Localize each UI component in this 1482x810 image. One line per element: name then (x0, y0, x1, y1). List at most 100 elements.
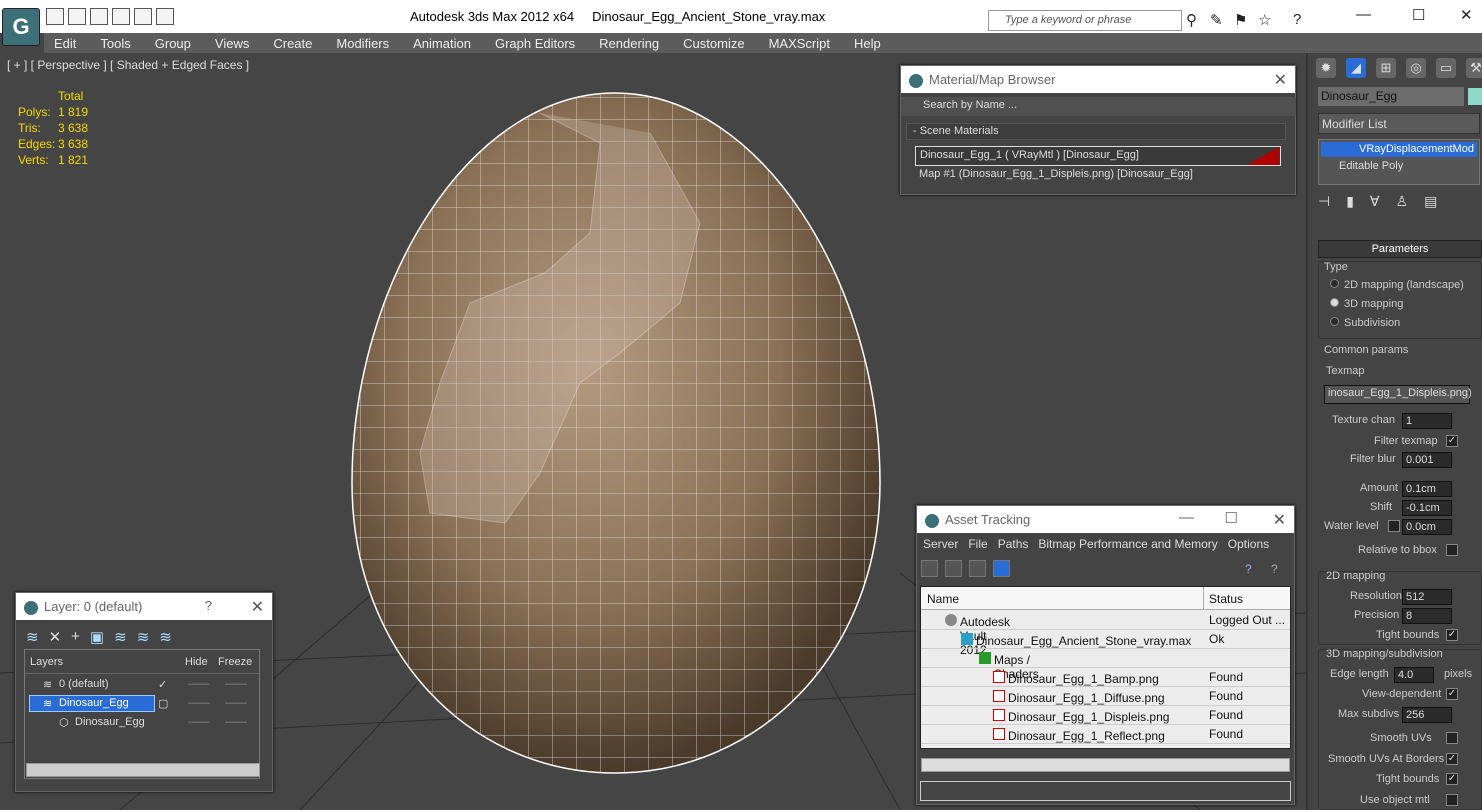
motion-tab-icon[interactable]: ◎ (1406, 58, 1426, 78)
project-folder-icon[interactable] (156, 8, 174, 25)
help-icon[interactable]: ? (1293, 11, 1301, 28)
water-level-checkbox[interactable] (1388, 520, 1400, 532)
close-button[interactable]: ✕ (1460, 6, 1473, 24)
undo-icon[interactable] (112, 8, 130, 25)
col-name[interactable]: Name (927, 592, 959, 606)
menu-modifiers[interactable]: Modifiers (326, 36, 399, 51)
use-object-mtl-checkbox[interactable] (1446, 794, 1458, 806)
asset-horizontal-scrollbar[interactable] (921, 758, 1290, 772)
menu-edit[interactable]: Edit (44, 36, 86, 51)
table-row[interactable]: Autodesk Vault 2012 Logged Out ... (921, 611, 1290, 657)
layer-box-icon[interactable]: ▢ (158, 697, 168, 710)
asset-menu-bitmap[interactable]: Bitmap Performance and Memory (1038, 537, 1217, 551)
table-row[interactable]: Dinosaur_Egg_1_Bamp.png Found (921, 668, 1290, 687)
asset-close-icon[interactable]: ✕ (1273, 510, 1286, 530)
hierarchy-tab-icon[interactable]: ⊞ (1376, 58, 1396, 78)
col-layers[interactable]: Layers (30, 656, 63, 668)
asset-path-field[interactable] (920, 781, 1291, 801)
smooth-uvs-checkbox[interactable] (1446, 732, 1458, 744)
create-tab-icon[interactable]: ✹ (1316, 58, 1336, 78)
asset-menu-server[interactable]: Server (923, 537, 958, 551)
smooth-uvs-borders-checkbox[interactable]: ✓ (1446, 753, 1458, 765)
favorites-star-icon[interactable]: ☆ (1258, 11, 1271, 29)
add-to-layer-icon[interactable]: + (71, 628, 80, 646)
precision-spinner[interactable]: 8 (1402, 608, 1452, 624)
stack-item-vray-displacement[interactable]: VRayDisplacementMod (1321, 142, 1477, 157)
maximize-button[interactable]: ☐ (1412, 6, 1425, 24)
asset-menu-options[interactable]: Options (1228, 537, 1269, 551)
menu-views[interactable]: Views (205, 36, 259, 51)
col-hide[interactable]: Hide (185, 656, 208, 668)
save-file-icon[interactable] (90, 8, 108, 25)
modify-tab-icon[interactable]: ◢ (1346, 58, 1366, 78)
material-row[interactable]: Dinosaur_Egg_1 ( VRayMtl ) [Dinosaur_Egg… (915, 146, 1281, 166)
texmap-button[interactable]: inosaur_Egg_1_Displeis.png) (1324, 385, 1472, 404)
subscription-icon[interactable]: ✎ (1210, 11, 1223, 29)
menu-customize[interactable]: Customize (673, 36, 754, 51)
refresh-icon[interactable] (921, 560, 938, 577)
asset-menu-paths[interactable]: Paths (998, 537, 1029, 551)
minimize-button[interactable]: — (1356, 6, 1371, 23)
asset-minimize-icon[interactable]: — (1179, 509, 1194, 526)
active-check-icon[interactable]: ✓ (158, 678, 167, 691)
modifier-list-dropdown[interactable]: Modifier List (1318, 113, 1480, 134)
highlight-layer-icon[interactable]: ≋ (114, 628, 127, 646)
list-view-icon[interactable] (945, 560, 962, 577)
tight-bounds-2d-checkbox[interactable]: ✓ (1446, 629, 1458, 641)
table-row[interactable]: Dinosaur_Egg_1_Reflect.png Found (921, 725, 1290, 744)
parameters-rollout[interactable]: Parameters (1318, 240, 1482, 258)
open-file-icon[interactable] (68, 8, 86, 25)
redo-icon[interactable] (134, 8, 152, 25)
relative-bbox-checkbox[interactable] (1446, 544, 1458, 556)
mmb-search-input[interactable]: Search by Name ... (901, 97, 1296, 116)
menu-animation[interactable]: Animation (403, 36, 481, 51)
menu-rendering[interactable]: Rendering (589, 36, 669, 51)
menu-group[interactable]: Group (145, 36, 201, 51)
show-end-result-icon[interactable]: ▮ (1346, 193, 1354, 210)
pin-stack-icon[interactable]: ⊣ (1318, 193, 1330, 210)
amount-spinner[interactable]: 0.1cm (1402, 481, 1452, 497)
layer-help-icon[interactable]: ? (205, 598, 212, 613)
map-row[interactable]: Map #1 (Dinosaur_Egg_1_Displeis.png) [Di… (915, 166, 1281, 186)
scene-materials-header[interactable]: - Scene Materials (906, 123, 1286, 140)
water-level-spinner[interactable]: 0.0cm (1402, 519, 1452, 535)
new-layer-icon[interactable]: ≋ (26, 628, 39, 646)
layer-row[interactable]: ⬡ Dinosaur_Egg —— —— (25, 713, 259, 732)
layer-row[interactable]: ≋ 0 (default) ✓ —— —— (25, 675, 259, 694)
hide-all-icon[interactable]: ≋ (137, 628, 150, 646)
table-row[interactable]: Dinosaur_Egg_1_Displeis.png Found (921, 706, 1290, 725)
layer-row[interactable]: ≋ Dinosaur_Egg ▢ —— —— (25, 694, 259, 713)
select-objects-icon[interactable]: ▣ (90, 628, 104, 646)
table-row[interactable]: Dinosaur_Egg_1_Diffuse.png Found (921, 687, 1290, 706)
edge-length-spinner[interactable]: 4.0 (1394, 667, 1434, 683)
menu-help[interactable]: Help (844, 36, 891, 51)
viewport-label[interactable]: [ + ] [ Perspective ] [ Shaded + Edged F… (7, 58, 249, 72)
thumbnail-view-icon[interactable] (969, 560, 986, 577)
communication-icon[interactable]: ⚑ (1234, 11, 1247, 29)
binoculars-icon[interactable]: ⚲ (1186, 11, 1197, 29)
configure-sets-icon[interactable]: ▤ (1424, 193, 1437, 210)
shift-spinner[interactable]: -0.1cm (1402, 500, 1452, 516)
table-row[interactable]: Dinosaur_Egg_Ancient_Stone_vray.max Ok (921, 630, 1290, 649)
remove-modifier-icon[interactable]: ♙ (1396, 193, 1409, 210)
object-color-swatch[interactable] (1468, 88, 1482, 105)
table-row[interactable]: Maps / Shaders (921, 649, 1290, 681)
max-subdivs-spinner[interactable]: 256 (1402, 707, 1452, 723)
layer-close-icon[interactable]: ✕ (251, 597, 264, 617)
asset-help2-icon[interactable]: ? (1271, 562, 1278, 576)
radio-3d-mapping[interactable]: 3D mapping (1330, 298, 1403, 310)
new-file-icon[interactable] (46, 8, 64, 25)
delete-layer-icon[interactable]: ✕ (49, 628, 62, 646)
asset-maximize-icon[interactable]: ☐ (1225, 509, 1238, 527)
view-dependent-checkbox[interactable]: ✓ (1446, 688, 1458, 700)
tight-bounds-3d-checkbox[interactable]: ✓ (1446, 773, 1458, 785)
menu-maxscript[interactable]: MAXScript (759, 36, 840, 51)
filter-texmap-checkbox[interactable]: ✓ (1446, 435, 1458, 447)
search-input[interactable]: Type a keyword or phrase (988, 10, 1182, 31)
mmb-close-icon[interactable]: ✕ (1274, 70, 1287, 90)
stack-item-editable-poly[interactable]: Editable Poly (1319, 159, 1479, 174)
radio-2d-mapping[interactable]: 2D mapping (landscape) (1330, 279, 1464, 291)
freeze-all-icon[interactable]: ≋ (159, 628, 172, 646)
menu-graph-editors[interactable]: Graph Editors (485, 36, 585, 51)
utilities-tab-icon[interactable]: ⚒ (1466, 58, 1482, 78)
